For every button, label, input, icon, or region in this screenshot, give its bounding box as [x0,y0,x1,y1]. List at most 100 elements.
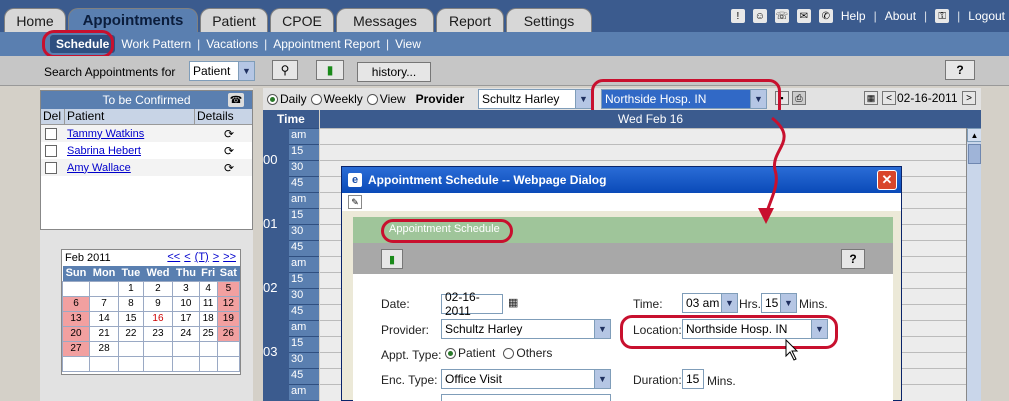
subnav-appointment-report[interactable]: Appointment Report [273,37,380,51]
date-field[interactable]: 02-16-2011 [441,290,503,318]
time-minutes-select[interactable]: 15 ▼ [761,293,797,313]
view-view-radio[interactable] [366,93,378,105]
calendar-day[interactable]: 17 [172,310,200,327]
calendar-prev-year[interactable]: << [167,251,180,263]
dialog-provider-select[interactable]: Schultz Harley ▼ [441,319,611,339]
history-button[interactable]: history... [357,62,431,82]
patient-link[interactable]: Amy Wallace [67,162,197,174]
weekday-header: Sat [217,266,240,281]
schedule-scrollbar[interactable]: ▲ [966,128,982,401]
calendar-day[interactable]: 7 [88,295,120,312]
details-icon[interactable]: ⟳ [221,127,237,141]
calendar-day[interactable]: 1 [118,280,144,297]
calendar-day[interactable]: 10 [172,295,200,312]
calendar-prev-month[interactable]: < [184,251,190,263]
calendar-day[interactable]: 21 [88,325,120,342]
print-button[interactable]: ⎙ [792,91,806,105]
calendar-day[interactable]: 24 [172,325,200,342]
calendar-day[interactable]: 8 [118,295,144,312]
tab-report[interactable]: Report [436,8,504,32]
subnav-work-pattern[interactable]: Work Pattern [121,37,191,51]
edit-icon[interactable]: ✎ [348,195,362,209]
tab-patient[interactable]: Patient [200,8,268,32]
tab-home[interactable]: Home [4,8,66,32]
binoculars-button[interactable]: ⚲ [272,60,298,80]
calendar-day[interactable]: 11 [198,295,218,312]
tab-settings[interactable]: Settings [506,8,592,32]
delete-checkbox[interactable] [45,161,57,174]
logout-link[interactable]: Logout [968,9,1005,23]
phone-icon[interactable]: ☎ [228,93,244,107]
help-link[interactable]: Help [841,9,866,23]
phone-icon[interactable]: ☏ [774,9,789,23]
tab-cpoe[interactable]: CPOE [270,8,334,32]
view-daily-radio[interactable] [267,93,278,105]
calendar-day[interactable]: 13 [62,310,90,327]
calendar-button[interactable]: ▦ [864,91,878,105]
enc-type-select[interactable]: Office Visit ▼ [441,369,611,389]
person-icon[interactable]: ☺ [752,9,767,23]
delete-checkbox[interactable] [45,144,57,157]
about-link[interactable]: About [885,9,916,23]
call-icon[interactable]: ✆ [818,9,833,23]
calendar-day[interactable]: 26 [216,325,241,342]
close-button[interactable]: ✕ [877,170,897,190]
calendar-day[interactable]: 6 [62,295,90,312]
duration-field[interactable]: 15 [682,369,704,389]
calendar-next-month[interactable]: > [213,251,219,263]
scroll-thumb[interactable] [968,144,981,164]
calendar-day[interactable]: 15 [118,310,144,327]
patient-link[interactable]: Tammy Watkins [67,128,197,140]
calendar-day[interactable]: 27 [62,340,90,357]
new-document-button[interactable]: ▮ [316,60,344,80]
calendar-day[interactable]: 2 [142,280,174,297]
time-hours-select[interactable]: 03 am ▼ [682,293,738,313]
calendar-day [88,280,120,297]
calendar-grid: Sun Mon Tue Wed Thu Fri Sat 1 2 3 4 5 6 7 8 9 10 1… [62,266,241,372]
calendar-day[interactable]: 9 [142,295,174,312]
view-weekly-radio[interactable] [310,93,322,105]
subnav-vacations[interactable]: Vacations [206,37,258,51]
new-document-button[interactable]: ▮ [381,249,403,269]
next-date-button[interactable]: > [962,91,976,105]
appt-patient-label: Patient [458,346,496,360]
calendar-day[interactable]: 3 [172,280,200,297]
calendar-day[interactable]: 20 [62,325,90,342]
dialog-help-button[interactable]: ? [841,249,865,269]
patient-link[interactable]: Sabrina Hebert [67,145,197,157]
calendar-next-year[interactable]: >> [223,251,236,263]
document-icon: ▮ [388,253,396,266]
calendar-day[interactable]: 14 [88,310,120,327]
appt-patient-radio[interactable] [445,347,456,359]
view-daily-label: Daily [280,92,307,106]
delete-checkbox[interactable] [45,127,57,140]
lock-icon[interactable]: ⚿ [935,9,950,23]
next-field[interactable] [441,394,611,401]
tab-messages[interactable]: Messages [336,8,434,32]
prev-date-button[interactable]: < [882,91,896,105]
calendar-day[interactable]: 23 [142,325,174,342]
details-icon[interactable]: ⟳ [221,144,237,158]
calendar-day[interactable]: 12 [216,295,241,312]
scroll-up-icon[interactable]: ▲ [967,128,982,142]
alert-icon[interactable]: ! [730,9,745,23]
calendar-day[interactable]: 25 [198,325,218,342]
calendar-day[interactable]: 22 [118,325,144,342]
time-slot: 30 [289,352,319,368]
calendar-icon[interactable]: ▦ [508,296,518,309]
calendar-day[interactable]: 4 [198,280,218,297]
search-type-select[interactable]: Patient ▼ [189,61,255,81]
calendar-day[interactable]: 18 [198,310,218,327]
subnav-view[interactable]: View [395,37,421,51]
mail-icon[interactable]: ✉ [796,9,811,23]
calendar-day[interactable]: 28 [88,340,120,357]
details-icon[interactable]: ⟳ [221,161,237,175]
appt-others-radio[interactable] [503,347,515,359]
calendar-day[interactable]: 16 [142,310,174,327]
help-button[interactable]: ? [945,60,975,80]
tab-appointments[interactable]: Appointments [68,8,198,32]
calendar-today[interactable]: (T) [195,251,209,263]
provider-select[interactable]: Schultz Harley ▼ [478,89,592,109]
calendar-day[interactable]: 5 [216,280,241,297]
calendar-day[interactable]: 19 [216,310,241,327]
